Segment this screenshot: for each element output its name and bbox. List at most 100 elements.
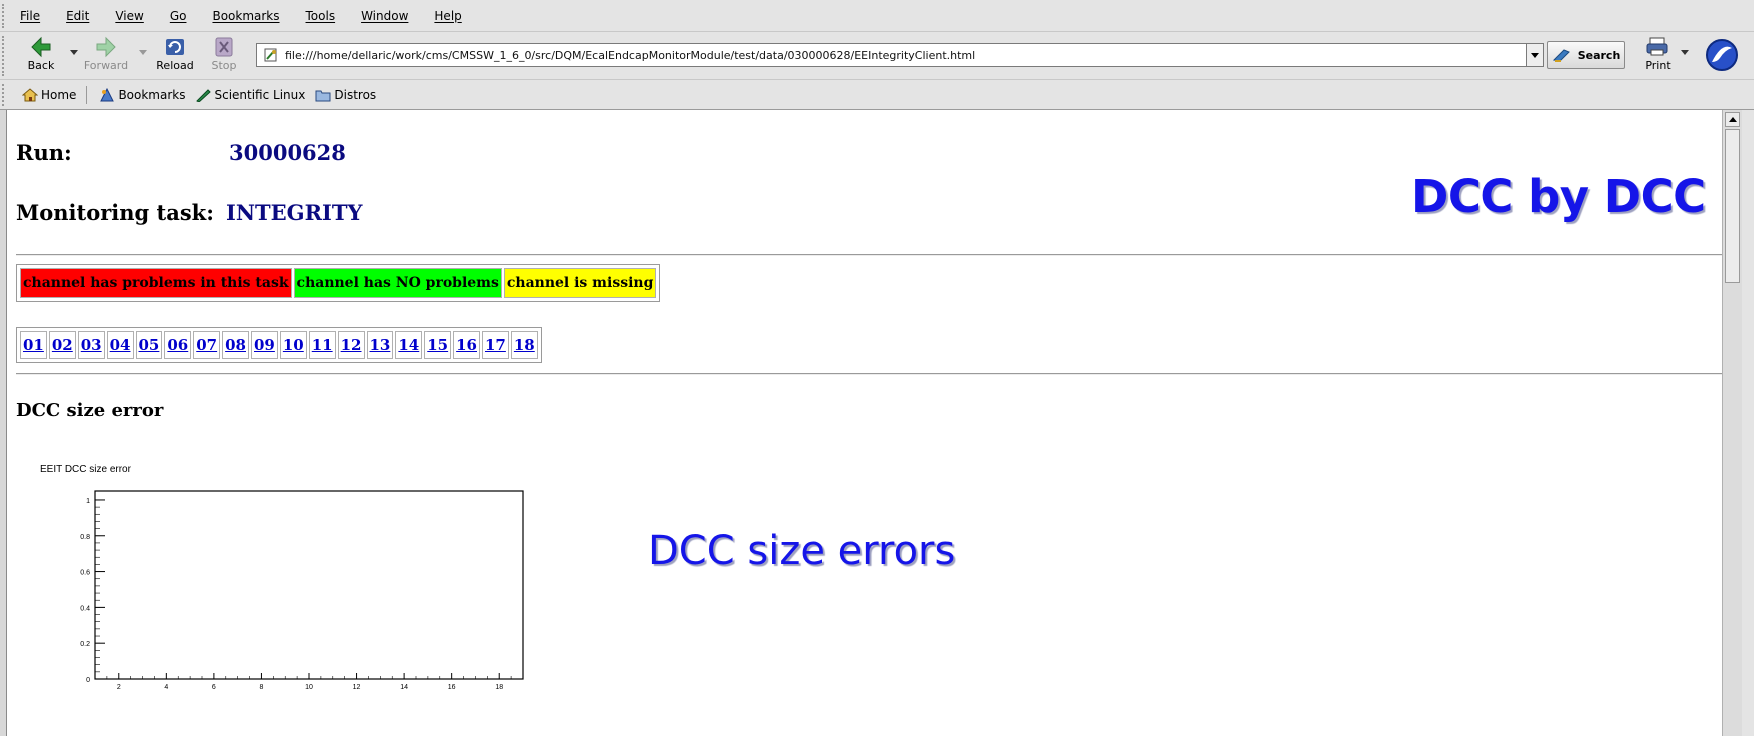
bookmark-distros-label: Distros [334,87,377,102]
dcc-link-07[interactable]: 07 [193,331,221,359]
bookmarks-icon [100,87,115,101]
dcc-link-08[interactable]: 08 [222,331,249,359]
print-label: Print [1645,59,1671,72]
x-tick-label: 10 [305,684,313,691]
dcc-link-18[interactable]: 18 [510,331,538,359]
y-tick-label: 0.8 [80,534,90,541]
dcc-link-13[interactable]: 13 [366,331,394,359]
status-legend: channel has problems in this task channe… [16,264,661,302]
chevron-up-icon [1728,117,1737,122]
bookmarks-toolbar: Home Bookmarks Scientific Linux Distros [0,80,1754,110]
dcc-link-14[interactable]: 14 [395,331,423,359]
bookmark-bookmarks[interactable]: Bookmarks [99,87,186,102]
plot-frame [94,490,524,680]
forward-arrow-icon [96,36,116,58]
toolbar-grip[interactable] [2,84,8,106]
y-tick-label: 0.2 [80,641,90,648]
back-history-dropdown[interactable] [70,50,78,55]
printer-icon [1646,37,1668,56]
dcc-link-10[interactable]: 10 [279,331,307,359]
page-content: Run: 30000628 Monitoring task: INTEGRITY… [6,110,1722,736]
back-label: Back [27,59,55,72]
run-label: Run: [16,140,72,165]
legend-missing: channel is missing [503,268,657,298]
menu-edit[interactable]: Edit [66,9,89,23]
monitoring-task-value: INTEGRITY [226,200,363,225]
bookmark-bookmarks-label: Bookmarks [118,87,186,102]
bookmark-scientific-linux[interactable]: Scientific Linux [195,88,305,102]
url-history-dropdown[interactable] [1526,43,1544,67]
x-tick-label: 4 [164,684,168,691]
dcc-link-16[interactable]: 16 [453,331,480,359]
y-tick-label: 0 [86,677,90,684]
horizontal-rule [16,254,1722,256]
y-tick-label: 0.4 [80,605,90,612]
menu-window[interactable]: Window [361,9,408,23]
menu-go[interactable]: Go [170,9,187,23]
print-button[interactable]: Print [1634,34,1682,78]
stop-icon [215,37,233,57]
y-tick-label: 0.6 [80,570,90,577]
dcc-link-09[interactable]: 09 [251,331,278,359]
y-tick-label: 1 [86,498,90,505]
monitoring-task-label: Monitoring task: [16,200,214,225]
dcc-link-table: 01 02 03 04 05 06 07 08 09 10 11 12 13 14 15 16 17 18 [16,327,542,363]
toolbar-grip[interactable] [2,36,8,76]
menu-tools[interactable]: Tools [306,9,336,23]
dcc-link-15[interactable]: 15 [424,331,452,359]
dcc-link-04[interactable]: 04 [106,331,134,359]
forward-button[interactable]: Forward [82,34,130,78]
search-label: Search [1577,48,1621,62]
dcc-link-11[interactable]: 11 [308,331,336,359]
folder-icon [315,90,331,101]
back-button[interactable]: Back [17,34,65,78]
x-tick-label: 16 [448,684,456,691]
dcc-size-error-plot: EEIT DCC size error 0 0.2 0.4 0.6 0.8 1 2 4 6 8 10 1… [28,452,564,696]
scientific-linux-icon [196,88,212,102]
forward-history-dropdown[interactable] [139,50,147,55]
url-bar[interactable]: file:///home/dellaric/work/cms/CMSSW_1_6… [256,43,1528,67]
menu-file[interactable]: File [20,9,40,23]
dcc-link-03[interactable]: 03 [77,331,105,359]
bookmark-home-label: Home [41,87,77,102]
dcc-link-05[interactable]: 05 [135,331,163,359]
x-tick-label: 12 [353,684,361,691]
scroll-thumb[interactable] [1725,129,1740,283]
stop-button[interactable]: Stop [200,34,248,78]
bookmark-distros[interactable]: Distros [315,88,376,102]
bookmarks-separator [86,85,88,104]
search-button[interactable]: Search [1547,41,1625,69]
legend-no-problems: channel has NO problems [293,268,502,298]
x-tick-label: 8 [259,684,263,691]
dcc-link-01[interactable]: 01 [20,331,47,359]
menu-bookmarks[interactable]: Bookmarks [212,9,279,23]
dcc-link-12[interactable]: 12 [337,331,365,359]
reload-button[interactable]: Reload [151,34,199,78]
browser-throbber-icon [1706,39,1738,71]
print-options-dropdown[interactable] [1681,50,1689,55]
reload-label: Reload [156,59,194,72]
horizontal-rule [16,373,1722,375]
chart-svg: EEIT DCC size error00.20.40.60.812 4 6 8 10 1… [40,464,524,691]
reload-icon [166,39,184,55]
toolbar-grip[interactable] [2,4,8,28]
vertical-scrollbar[interactable] [1722,110,1742,736]
x-tick-label: 2 [117,684,121,691]
navigation-toolbar: Back Forward Reload Stop file:///home/de… [0,32,1754,80]
dcc-link-02[interactable]: 02 [48,331,76,359]
dcc-link-17[interactable]: 17 [482,331,509,359]
menu-help[interactable]: Help [434,9,461,23]
chevron-down-icon [1531,52,1539,58]
page-favicon-icon [264,48,277,62]
x-tick-label: 18 [495,684,503,691]
window-edge [1742,110,1754,736]
dcc-link-06[interactable]: 06 [164,331,192,359]
home-icon [22,87,38,101]
bookmark-scientific-linux-label: Scientific Linux [214,87,306,102]
menu-view[interactable]: View [115,9,143,23]
scroll-up-button[interactable] [1725,112,1740,127]
url-text[interactable]: file:///home/dellaric/work/cms/CMSSW_1_6… [285,49,975,62]
forward-label: Forward [83,59,129,72]
dcc-size-errors-annotation: DCC size errors [648,528,956,574]
bookmark-home[interactable]: Home [22,88,76,102]
